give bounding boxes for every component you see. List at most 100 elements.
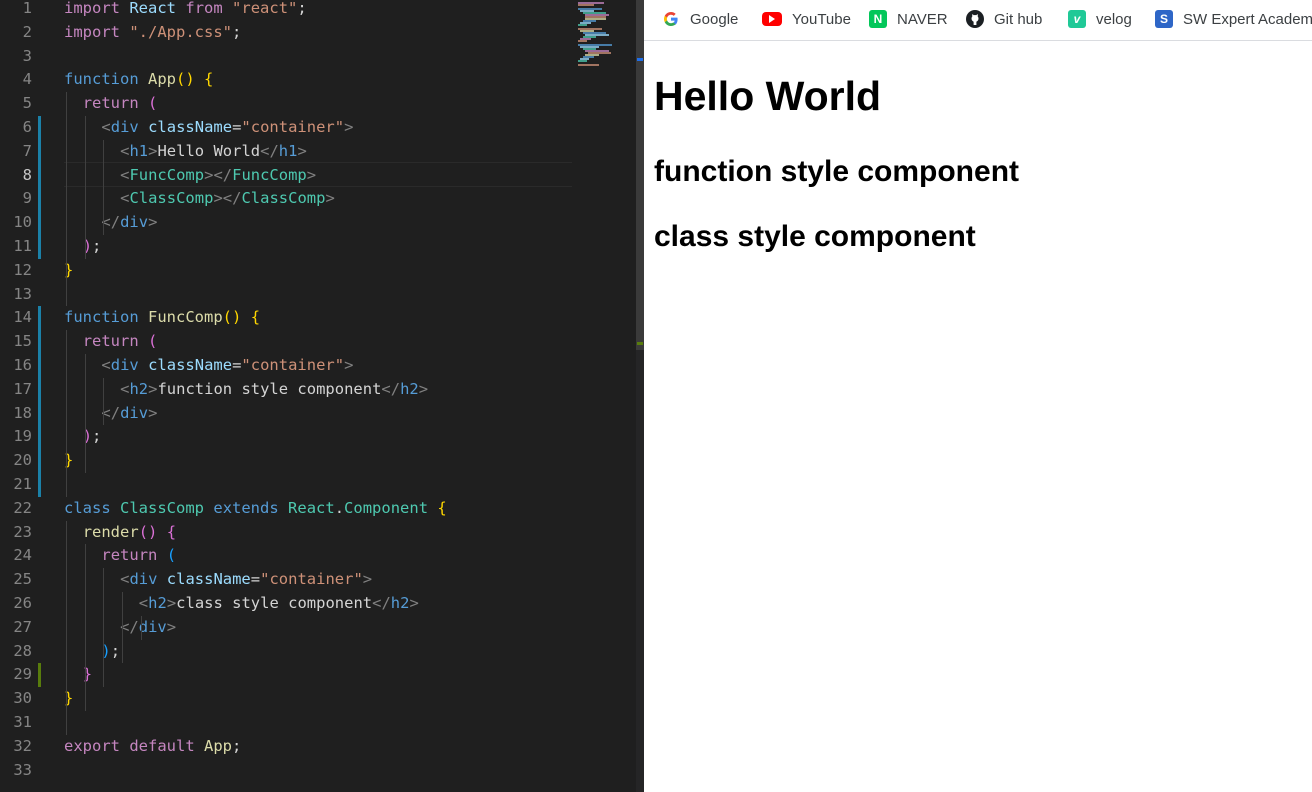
code-token: h1 bbox=[129, 141, 149, 160]
code-line[interactable]: </div> bbox=[101, 211, 157, 235]
code-token: { bbox=[437, 498, 447, 517]
code-token: ClassComp bbox=[241, 189, 326, 208]
code-token: ( bbox=[148, 332, 158, 351]
code-token: default bbox=[129, 736, 195, 755]
code-token: Hello World bbox=[157, 141, 261, 160]
git-change-bar[interactable] bbox=[38, 663, 41, 688]
code-line[interactable]: <h2>function style component</h2> bbox=[120, 378, 428, 402]
code-line[interactable]: function FuncComp() { bbox=[64, 306, 260, 330]
code-token: </ bbox=[222, 189, 242, 208]
editor-vertical-scrollbar[interactable] bbox=[636, 0, 644, 792]
bookmark-sw-expert-academy[interactable]: S SW Expert Academy bbox=[1155, 8, 1312, 30]
line-number: 13 bbox=[13, 284, 32, 303]
minimap-line bbox=[578, 40, 587, 42]
code-token: { bbox=[166, 522, 177, 541]
indent-guide bbox=[103, 139, 105, 235]
line-number: 25 bbox=[13, 570, 32, 589]
line-number: 32 bbox=[13, 736, 32, 755]
code-line[interactable]: </div> bbox=[120, 616, 176, 640]
code-line[interactable]: <div className="container"> bbox=[101, 116, 353, 140]
code-line[interactable]: <FuncComp></FuncComp> bbox=[120, 164, 316, 188]
code-line[interactable]: </div> bbox=[101, 402, 157, 426]
code-editor[interactable]: 1 2 3 4 5 6 7 8 9 10 11 12 13 14 15 16 17 18 19 20 21 22 23 24 2… bbox=[0, 0, 636, 792]
indent-guide bbox=[66, 92, 67, 307]
code-line[interactable]: function App() { bbox=[64, 68, 213, 92]
bookmark-github[interactable]: Git hub bbox=[966, 8, 1042, 30]
youtube-icon bbox=[762, 12, 782, 26]
minimap-line bbox=[578, 64, 599, 66]
git-change-bar[interactable] bbox=[38, 306, 41, 497]
line-number: 10 bbox=[13, 213, 32, 232]
code-token: ) bbox=[232, 308, 242, 327]
code-token: ; bbox=[92, 427, 102, 446]
code-token: ) bbox=[148, 522, 158, 541]
scrollbar-thumb[interactable] bbox=[636, 0, 644, 350]
code-token: "./App.css" bbox=[129, 22, 232, 41]
code-line[interactable]: return ( bbox=[83, 330, 158, 354]
code-line[interactable]: <ClassComp></ClassComp> bbox=[120, 187, 335, 211]
line-number: 14 bbox=[13, 308, 32, 327]
code-token: ; bbox=[110, 641, 121, 660]
line-number: 2 bbox=[22, 22, 32, 41]
indent-guide bbox=[122, 592, 124, 664]
bookmark-label: YouTube bbox=[792, 10, 851, 28]
line-number: 16 bbox=[13, 356, 32, 374]
code-token: ( bbox=[148, 94, 158, 113]
line-number: 22 bbox=[13, 498, 32, 517]
code-line[interactable]: return ( bbox=[83, 92, 158, 116]
code-area[interactable]: import React from "react"; import "./App.… bbox=[64, 0, 584, 792]
bookmark-naver[interactable]: N NAVER bbox=[869, 8, 948, 30]
code-token: div bbox=[138, 617, 167, 636]
git-change-bar[interactable] bbox=[38, 116, 41, 259]
code-line[interactable]: export default App; bbox=[64, 735, 241, 759]
bookmark-google[interactable]: Google bbox=[662, 8, 738, 30]
code-token: export bbox=[64, 736, 120, 755]
line-number: 29 bbox=[13, 665, 32, 684]
code-line[interactable]: <div className="container"> bbox=[101, 354, 353, 378]
code-token: > bbox=[325, 189, 335, 208]
code-line[interactable]: <h2>class style component</h2> bbox=[139, 592, 419, 616]
bookmark-label: velog bbox=[1096, 10, 1132, 28]
code-token: FuncComp bbox=[148, 308, 223, 327]
line-number: 6 bbox=[22, 118, 32, 136]
code-line[interactable]: class ClassComp extends React.Component … bbox=[64, 497, 447, 521]
code-line[interactable]: return ( bbox=[101, 544, 176, 568]
code-token: function bbox=[64, 70, 139, 89]
code-token: ; bbox=[232, 736, 242, 755]
code-token: { bbox=[250, 308, 261, 327]
code-token: > bbox=[148, 403, 158, 422]
code-token: </ bbox=[381, 379, 401, 398]
code-line[interactable]: render() { bbox=[83, 521, 176, 545]
minimap[interactable] bbox=[574, 0, 636, 70]
function-style-heading: function style component bbox=[654, 155, 1020, 188]
line-number: 5 bbox=[22, 94, 32, 113]
line-number: 18 bbox=[13, 403, 32, 422]
code-line[interactable]: import React from "react"; bbox=[64, 0, 307, 21]
indent-guide bbox=[66, 330, 67, 497]
naver-icon: N bbox=[869, 10, 887, 28]
code-token: "container" bbox=[241, 356, 345, 374]
code-token: h2 bbox=[129, 379, 149, 398]
bookmark-youtube[interactable]: YouTube bbox=[762, 8, 851, 30]
code-token: ; bbox=[232, 22, 242, 41]
code-token: "react" bbox=[232, 0, 298, 17]
code-token: from bbox=[185, 0, 223, 17]
bookmark-label: SW Expert Academy bbox=[1183, 10, 1312, 28]
sw-expert-academy-icon: S bbox=[1155, 10, 1173, 28]
line-number: 31 bbox=[13, 713, 32, 731]
code-line[interactable]: <h1>Hello World</h1> bbox=[120, 140, 307, 164]
code-token: </ bbox=[260, 141, 279, 160]
minimap-line bbox=[578, 60, 587, 62]
code-token: return bbox=[82, 94, 139, 113]
code-line[interactable]: <div className="container"> bbox=[120, 568, 372, 592]
bookmark-velog[interactable]: v velog bbox=[1068, 8, 1132, 30]
code-line[interactable]: import "./App.css"; bbox=[64, 21, 241, 45]
